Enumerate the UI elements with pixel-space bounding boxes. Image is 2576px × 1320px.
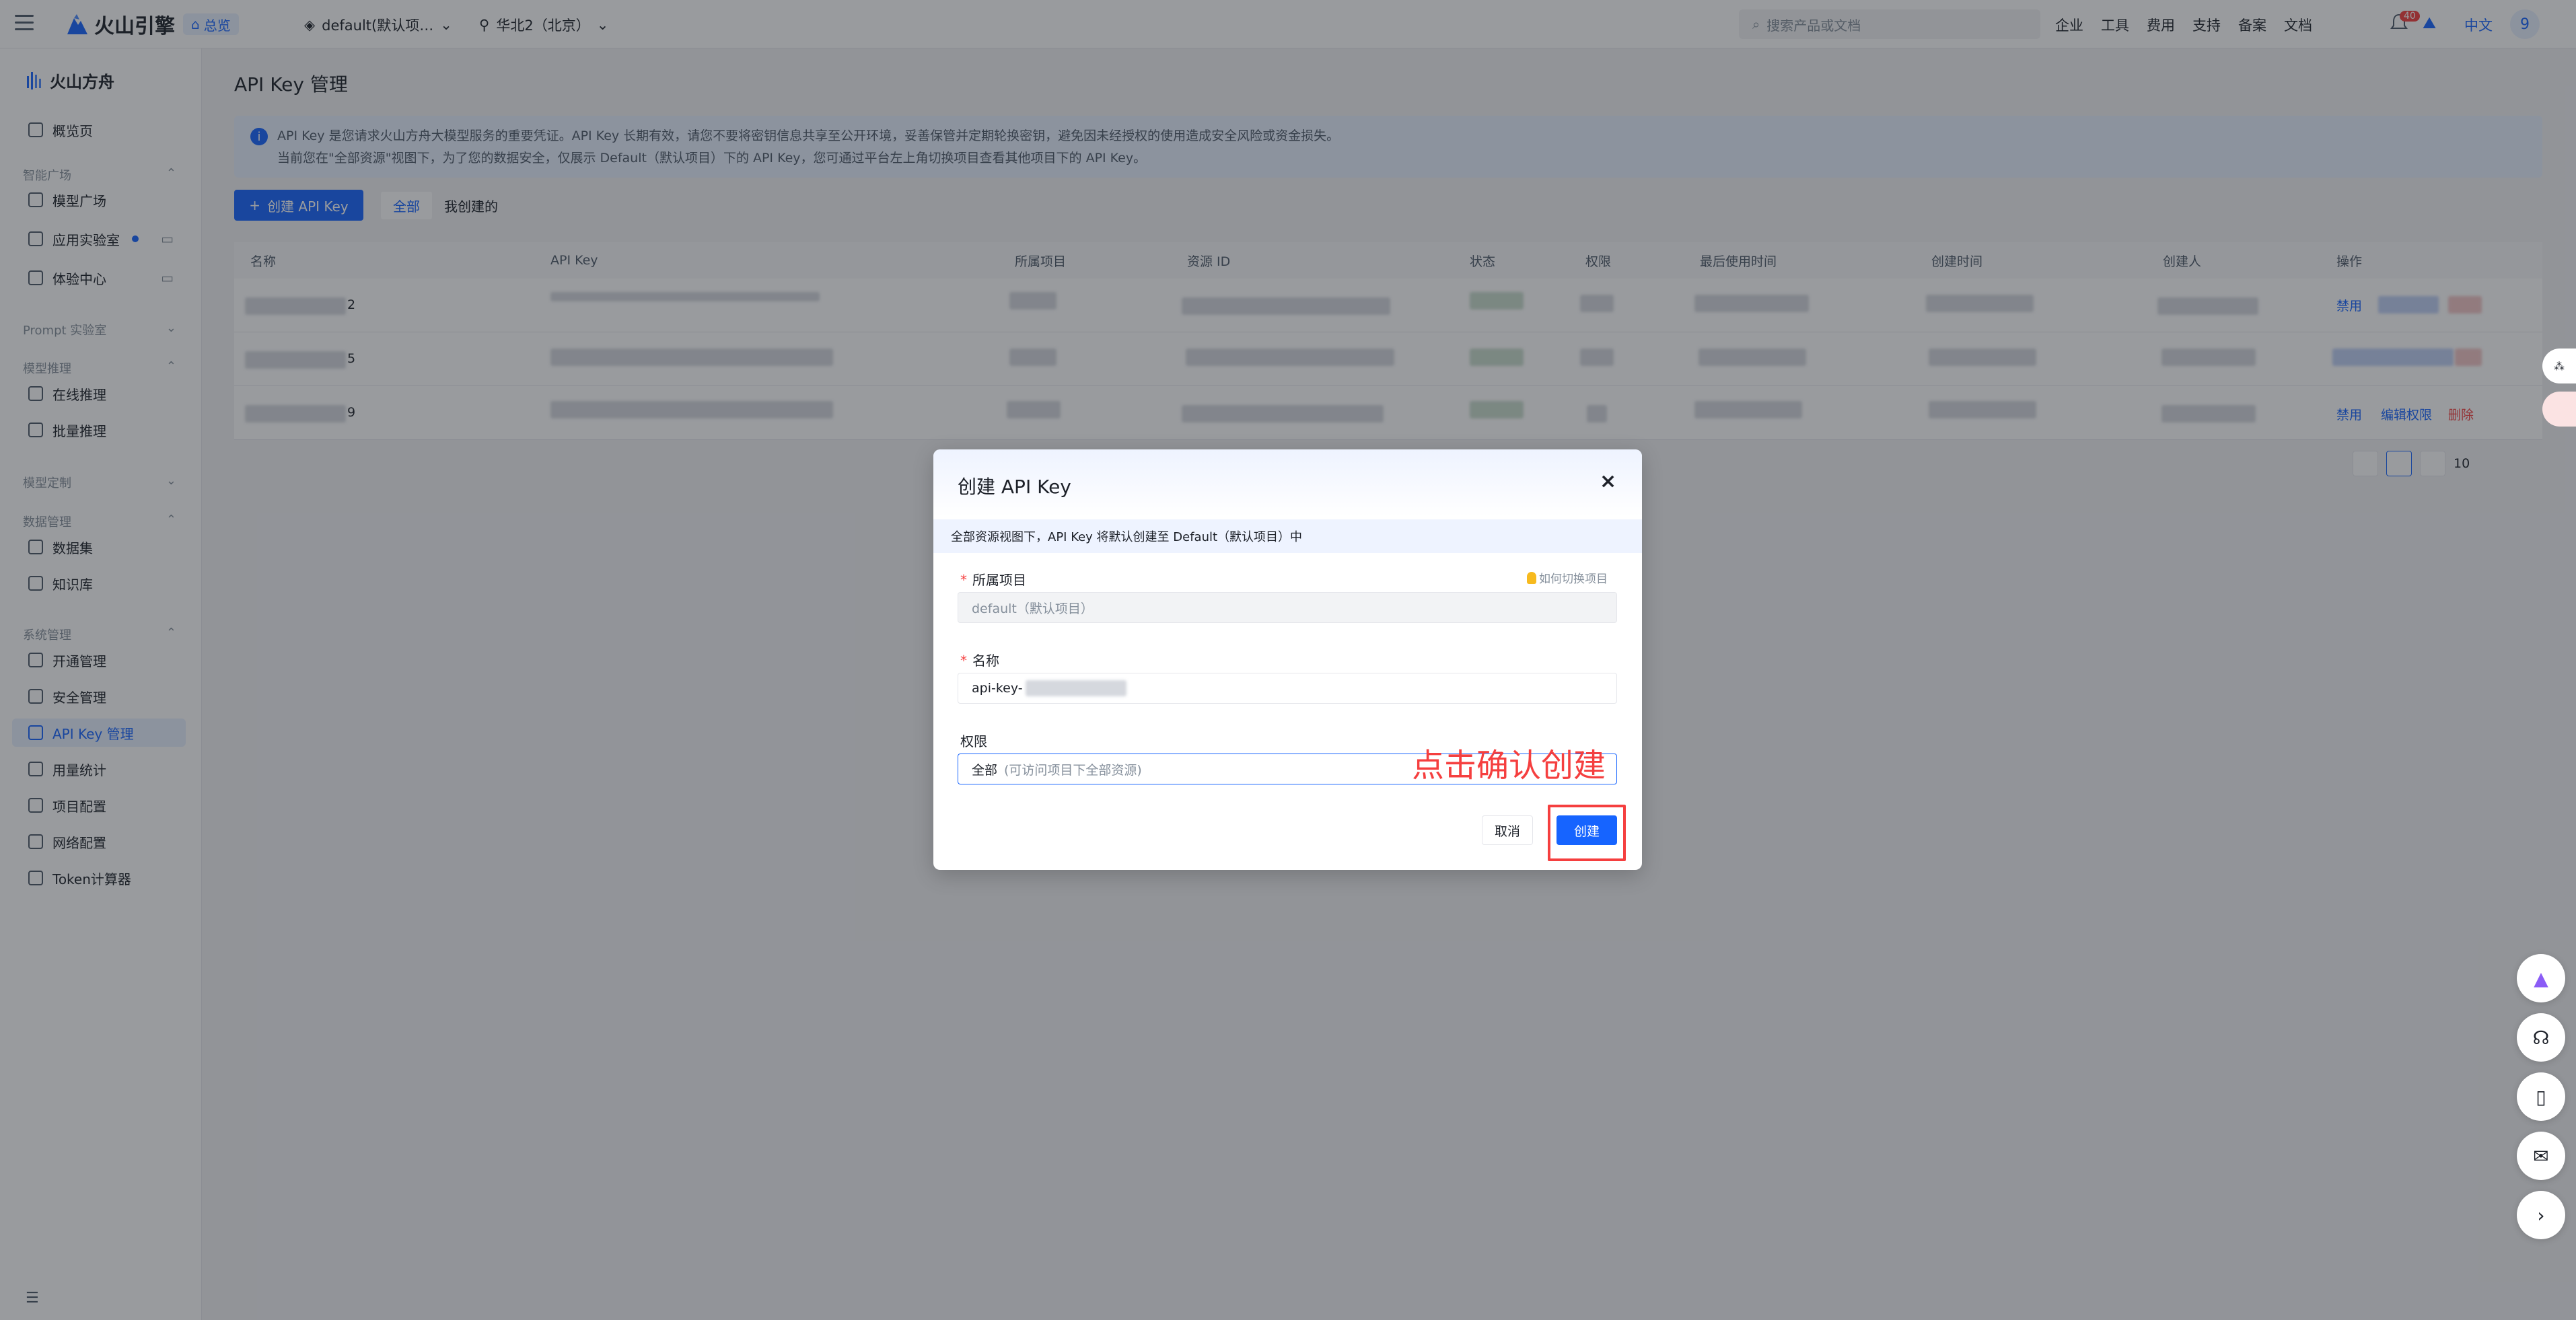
annotation-highlight-box <box>1548 805 1626 861</box>
assistant-icon[interactable]: ▲ <box>2517 954 2565 1002</box>
name-field[interactable]: api-key- <box>958 673 1617 704</box>
lightbulb-icon <box>1527 571 1536 584</box>
close-icon[interactable]: × <box>1600 470 1616 493</box>
chevron-right-icon[interactable]: › <box>2517 1191 2565 1239</box>
annotation-text: 点击确认创建 <box>1412 747 1606 784</box>
feedback-icon[interactable]: ✉ <box>2517 1132 2565 1180</box>
project-field: default（默认项目） <box>958 592 1617 623</box>
create-api-key-dialog: 创建 API Key × 全部资源视图下，API Key 将默认创建至 Defa… <box>933 449 1642 870</box>
name-label: * 名称 <box>960 650 999 669</box>
permission-label-text: 权限 <box>960 733 987 749</box>
switch-project-help-link[interactable]: 如何切换项目 <box>1527 569 1608 586</box>
project-label: * 所属项目 <box>960 569 1026 589</box>
side-widget-tab[interactable] <box>2542 392 2576 427</box>
permission-value: 全部 <box>972 762 998 778</box>
required-mark: * <box>960 572 967 588</box>
dialog-header: 创建 API Key × <box>933 449 1642 517</box>
apps-widget-icon[interactable]: ⁂ <box>2542 349 2576 383</box>
project-value: default（默认项目） <box>972 601 1094 616</box>
project-label-text: 所属项目 <box>972 572 1026 588</box>
dialog-title: 创建 API Key <box>958 476 1071 498</box>
permission-hint: (可访问项目下全部资源) <box>1004 762 1142 778</box>
blurred-name-suffix <box>1025 680 1126 696</box>
docs-book-icon[interactable]: ▯ <box>2517 1072 2565 1121</box>
support-headset-icon[interactable]: ☊ <box>2517 1013 2565 1062</box>
required-mark: * <box>960 653 967 669</box>
permission-label: 权限 <box>960 731 987 750</box>
help-text: 如何切换项目 <box>1539 573 1608 586</box>
cancel-button[interactable]: 取消 <box>1482 815 1533 845</box>
name-value: api-key- <box>972 681 1023 696</box>
dialog-notice: 全部资源视图下，API Key 将默认创建至 Default（默认项目）中 <box>933 519 1642 553</box>
name-label-text: 名称 <box>972 653 999 669</box>
